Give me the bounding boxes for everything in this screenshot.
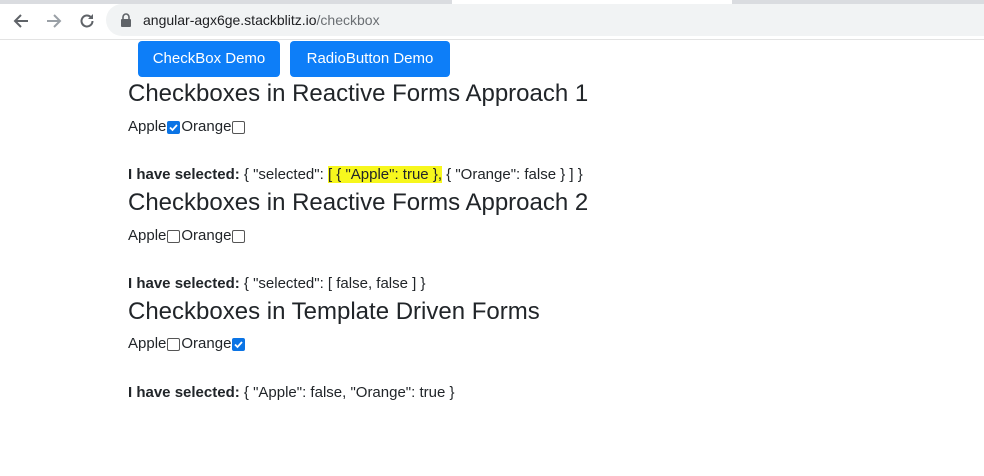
- section-title-reactive-2: Checkboxes in Reactive Forms Approach 2: [128, 189, 589, 216]
- checkbox-group-reactive-1: Apple Orange: [128, 118, 246, 136]
- orange-label: Orange: [181, 227, 232, 244]
- url-path: /checkbox: [316, 12, 380, 28]
- reload-icon[interactable]: [76, 10, 98, 32]
- back-icon[interactable]: [10, 10, 32, 32]
- result-value: { "selected": [ false, false ] }: [239, 275, 426, 292]
- apple-label: Apple: [128, 118, 167, 135]
- orange-label: Orange: [181, 335, 232, 352]
- browser-toolbar: angular-agx6ge.stackblitz.io/checkbox: [0, 0, 984, 40]
- radiobutton-demo-button[interactable]: RadioButton Demo: [290, 41, 450, 77]
- url-host: angular-agx6ge.stackblitz.io: [143, 12, 317, 28]
- selection-result-template-driven: I have selected: { "Apple": false, "Oran…: [128, 384, 455, 402]
- selection-result-reactive-1: I have selected: { "selected": [ { "Appl…: [128, 166, 583, 184]
- forward-icon[interactable]: [43, 10, 65, 32]
- section-title-template-driven: Checkboxes in Template Driven Forms: [128, 298, 540, 325]
- apple-checkbox[interactable]: [167, 337, 181, 351]
- url-text: angular-agx6ge.stackblitz.io/checkbox: [143, 12, 380, 28]
- section-title-reactive-1: Checkboxes in Reactive Forms Approach 1: [128, 80, 589, 107]
- result-highlight: [ { "Apple": true },: [327, 166, 442, 183]
- checkbox-demo-button[interactable]: CheckBox Demo: [138, 41, 280, 77]
- address-bar[interactable]: angular-agx6ge.stackblitz.io/checkbox: [106, 4, 984, 36]
- result-value: { "Apple": false, "Orange": true }: [239, 384, 455, 401]
- apple-label: Apple: [128, 227, 167, 244]
- result-prefix: { "selected":: [239, 166, 328, 183]
- apple-label: Apple: [128, 335, 167, 352]
- lock-icon: [120, 13, 134, 27]
- orange-checkbox[interactable]: [232, 120, 246, 134]
- result-suffix: { "Orange": false } ] }: [442, 166, 583, 183]
- orange-checkbox[interactable]: [232, 337, 246, 351]
- apple-checkbox[interactable]: [167, 120, 181, 134]
- orange-checkbox[interactable]: [232, 229, 246, 243]
- checkbox-group-reactive-2: Apple Orange: [128, 227, 246, 245]
- result-label: I have selected:: [128, 384, 240, 401]
- orange-label: Orange: [181, 118, 232, 135]
- result-label: I have selected:: [128, 275, 240, 292]
- selection-result-reactive-2: I have selected: { "selected": [ false, …: [128, 275, 425, 293]
- checkbox-group-template-driven: Apple Orange: [128, 335, 246, 353]
- result-label: I have selected:: [128, 166, 240, 183]
- apple-checkbox[interactable]: [167, 229, 181, 243]
